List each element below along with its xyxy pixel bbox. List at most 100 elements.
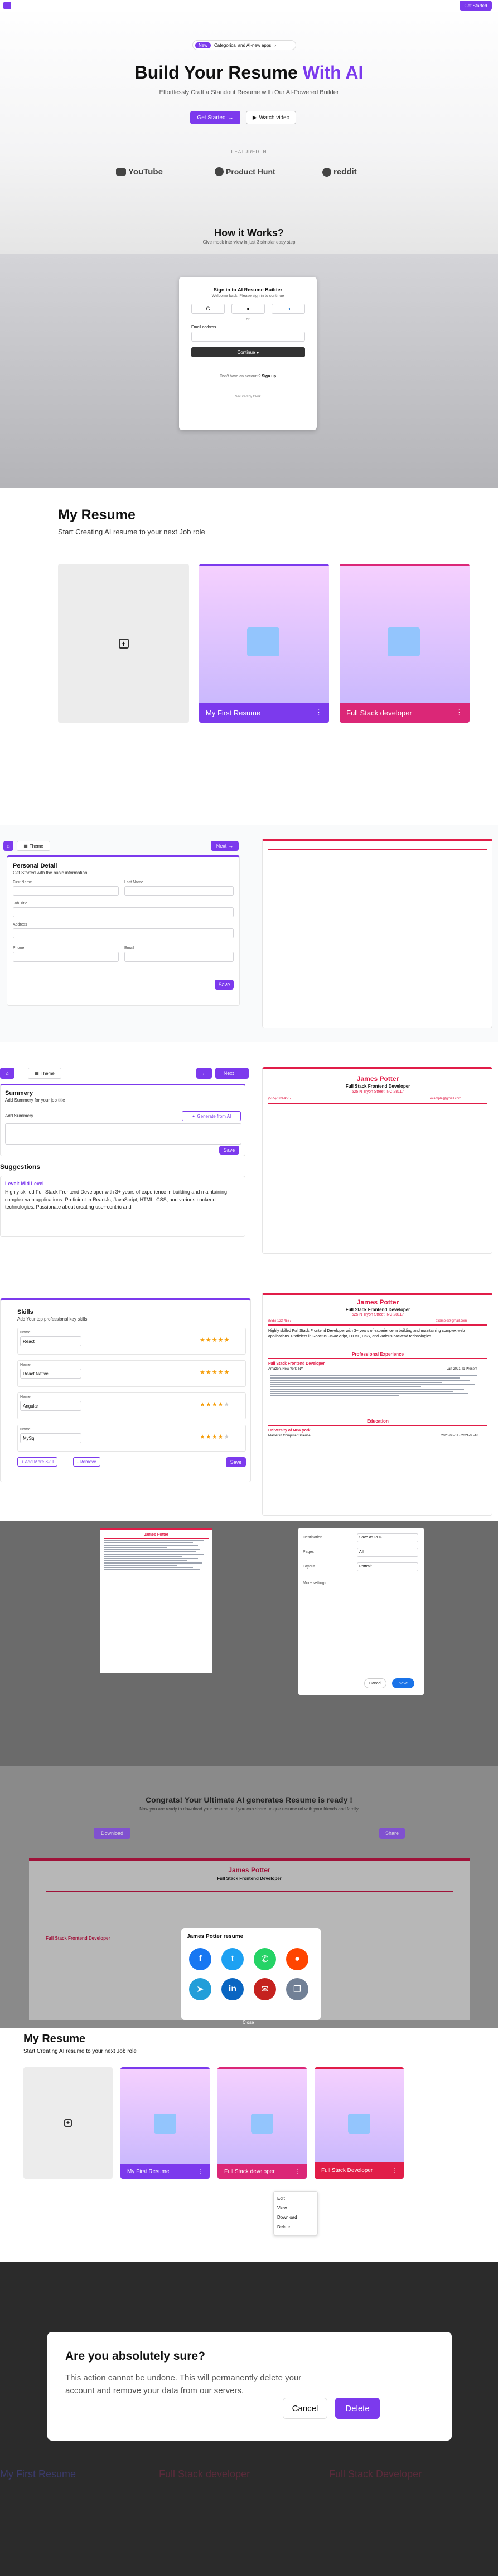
announcement-badge[interactable]: New Categorical and AI-new apps › [192, 40, 296, 50]
add-resume-card[interactable]: + [58, 564, 189, 723]
print-cancel-button[interactable]: Cancel [364, 1678, 386, 1688]
resume-card-footer: Full Stack developer ⋮ [340, 703, 470, 723]
next-button[interactable]: Next → [211, 841, 239, 851]
new-badge: New [195, 42, 211, 48]
skill-name-input[interactable]: MySql [20, 1433, 81, 1443]
menu-item-edit[interactable]: Edit [277, 2194, 314, 2203]
save-button[interactable]: Save [219, 1146, 239, 1155]
print-preview-page: James Potter [100, 1528, 212, 1673]
phone-label: Phone [13, 946, 25, 950]
more-vertical-icon[interactable]: ⋮ [294, 2169, 300, 2175]
skill-name-input[interactable]: React Native [20, 1369, 81, 1379]
dialog-delete-button[interactable]: Delete [335, 2398, 380, 2419]
more-settings-toggle[interactable]: More settings [303, 1581, 326, 1585]
github-button[interactable]: ● [231, 304, 265, 314]
menu-item-download[interactable]: Download [277, 2213, 314, 2222]
phone-input[interactable] [13, 952, 119, 962]
print-preview-name: James Potter [144, 1533, 168, 1537]
theme-button[interactable]: ▦ Theme [17, 841, 50, 851]
first-name-input[interactable] [13, 886, 119, 896]
next-label: Next [223, 1070, 234, 1076]
pages-select[interactable]: All [357, 1548, 418, 1557]
video-icon: ▶ [252, 114, 257, 121]
watch-video-button[interactable]: ▶ Watch video [246, 111, 296, 124]
first-name-label: First Name [13, 880, 32, 884]
twitter-share-icon[interactable]: t [221, 1948, 244, 1970]
signin-section: Sign in to AI Resume Builder Welcome bac… [0, 254, 498, 488]
background-resume-title: My First Resume [0, 2468, 76, 2480]
layout-grid-icon: ▦ [23, 843, 28, 849]
skill-rating[interactable]: ★★★★★ [200, 1336, 230, 1343]
telegram-share-icon[interactable]: ➤ [189, 1978, 211, 2000]
theme-label: Theme [40, 1070, 55, 1076]
linkedin-icon: in [286, 306, 291, 311]
skill-rating[interactable]: ★★★★★ [200, 1401, 230, 1408]
last-name-input[interactable] [124, 886, 234, 896]
home-button[interactable]: ⌂ [0, 1068, 14, 1079]
share-close-button[interactable]: Close [243, 2020, 254, 2025]
preview-email: example@gmail.com [436, 1319, 467, 1323]
linkedin-button[interactable]: in [272, 304, 305, 314]
layout-select[interactable]: Portrait [357, 1562, 418, 1571]
home-icon: ⌂ [6, 1070, 9, 1076]
more-vertical-icon[interactable]: ⋮ [197, 2169, 203, 2175]
next-button[interactable]: Next → [215, 1068, 249, 1079]
preview-name: James Potter [356, 1075, 399, 1083]
hero-title-accent: With AI [302, 62, 364, 82]
print-save-button[interactable]: Save [392, 1678, 414, 1688]
more-vertical-icon[interactable]: ⋮ [315, 708, 322, 717]
skill-name-input[interactable]: Angular [20, 1401, 81, 1411]
save-button[interactable]: Save [215, 980, 234, 990]
destination-select[interactable]: Save as PDF [357, 1533, 418, 1542]
remove-skill-button[interactable]: - Remove [73, 1457, 100, 1467]
download-button[interactable]: Download [94, 1828, 130, 1839]
skill-rating[interactable]: ★★★★★ [200, 1433, 230, 1440]
skills-form-card: Skills Add Your top professional key ski… [0, 1298, 251, 1482]
resume-card-3[interactable]: Full Stack Developer ⋮ [315, 2067, 404, 2179]
dialog-cancel-button[interactable]: Cancel [283, 2398, 327, 2419]
email-share-icon[interactable]: ✉ [254, 1978, 276, 2000]
add-resume-card[interactable]: + [23, 2067, 113, 2179]
job-title-input[interactable] [13, 907, 234, 917]
email-input[interactable] [124, 952, 234, 962]
resume-card-2[interactable]: Full Stack developer ⋮ [217, 2067, 307, 2179]
copy-share-icon[interactable]: ❐ [286, 1978, 308, 2000]
more-vertical-icon[interactable]: ⋮ [391, 2168, 397, 2174]
sign-up-link[interactable]: Sign up [262, 374, 276, 378]
get-started-button[interactable]: Get Started → [190, 111, 240, 124]
add-summary-label: Add Summery [5, 1113, 33, 1118]
generate-ai-button[interactable]: ✦ Generate from AI [182, 1111, 241, 1121]
address-input[interactable] [13, 928, 234, 938]
reddit-share-icon[interactable]: ● [286, 1948, 308, 1970]
skill-row: Name React Native ★★★★★ [17, 1360, 246, 1387]
email-input[interactable] [191, 332, 305, 342]
skill-name-input[interactable]: React [20, 1336, 81, 1346]
add-skill-button[interactable]: + Add More Skill [17, 1457, 58, 1467]
youtube-icon [116, 168, 126, 176]
menu-item-view[interactable]: View [277, 2203, 314, 2213]
suggestion-card[interactable]: Level: Mid Level Highly skilled Full Sta… [0, 1176, 245, 1237]
get-started-header-button[interactable]: Get Started [460, 1, 492, 11]
theme-button[interactable]: ▦ Theme [28, 1068, 61, 1079]
back-button[interactable]: ← [196, 1068, 212, 1079]
save-button[interactable]: Save [226, 1457, 246, 1467]
preview-rule [268, 1358, 487, 1359]
more-vertical-icon[interactable]: ⋮ [456, 708, 463, 717]
resume-title: Full Stack Developer [321, 2167, 373, 2174]
google-button[interactable]: G [191, 304, 225, 314]
resume-card-1[interactable]: My First Resume ⋮ [199, 564, 329, 723]
whatsapp-share-icon[interactable]: ✆ [254, 1948, 276, 1970]
resume-full-preview: James Potter Full Stack Frontend Develop… [262, 1293, 492, 1516]
skill-rating[interactable]: ★★★★★ [200, 1369, 230, 1376]
continue-button[interactable]: Continue ▸ [191, 347, 305, 357]
share-button[interactable]: Share [379, 1828, 405, 1839]
menu-item-delete[interactable]: Delete [277, 2222, 314, 2232]
linkedin-share-icon[interactable]: in [221, 1978, 244, 2000]
layout-grid-icon: ▦ [35, 1070, 39, 1076]
summary-textarea[interactable] [5, 1123, 241, 1145]
home-button[interactable]: ⌂ [3, 841, 13, 851]
resume-card-footer: Full Stack developer ⋮ [217, 2164, 307, 2179]
resume-card-1[interactable]: My First Resume ⋮ [120, 2067, 210, 2179]
resume-card-2[interactable]: Full Stack developer ⋮ [340, 564, 470, 723]
facebook-share-icon[interactable]: f [189, 1948, 211, 1970]
